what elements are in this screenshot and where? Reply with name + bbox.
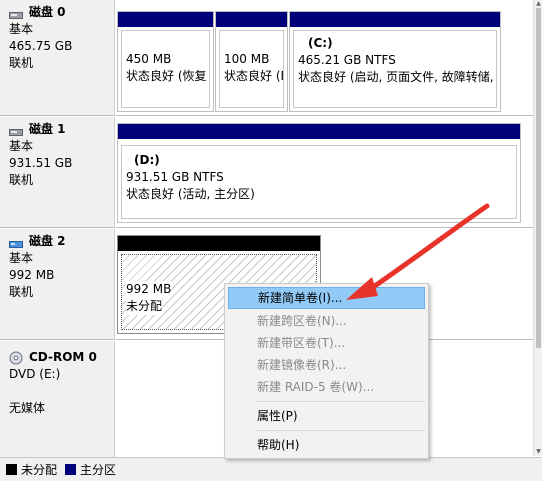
- partition-status: 未分配: [126, 298, 163, 315]
- partition-efi[interactable]: 100 MB 状态良好 (E: [215, 11, 288, 112]
- disk-status: 无媒体: [9, 401, 46, 415]
- menu-item-new-spanned-volume[interactable]: 新建跨区卷(N)...: [228, 310, 425, 332]
- disk-info-2[interactable]: 磁盘 2 基本 992 MB 联机: [0, 229, 115, 340]
- legend-swatch-primary: [65, 464, 77, 475]
- partition-d[interactable]: (D:) 931.51 GB NTFS 状态良好 (活动, 主分区): [117, 123, 521, 223]
- partition-size: 465.21 GB NTFS: [298, 53, 396, 67]
- disk-area-1: (D:) 931.51 GB NTFS 状态良好 (活动, 主分区): [116, 117, 533, 228]
- partition-size: 992 MB: [126, 281, 172, 298]
- menu-separator: [255, 401, 425, 402]
- disk-info-1[interactable]: 磁盘 1 基本 931.51 GB 联机: [0, 117, 115, 228]
- partition-size: 450 MB: [126, 52, 172, 66]
- disk-type: 基本: [9, 22, 34, 36]
- partition-recovery[interactable]: 450 MB 状态良好 (恢复: [117, 11, 214, 112]
- partition-name: (C:): [308, 36, 333, 50]
- legend-swatch-unallocated: [6, 464, 17, 475]
- disk-row-0: 磁盘 0 基本 465.75 GB 联机 450 MB 状态良好 (恢复 100…: [0, 0, 533, 116]
- menu-item-properties[interactable]: 属性(P): [228, 405, 425, 427]
- partition-status: 状态良好 (E: [224, 69, 284, 83]
- partition-c[interactable]: (C:) 465.21 GB NTFS 状态良好 (启动, 页面文件, 故障转储…: [289, 11, 501, 112]
- menu-separator: [255, 430, 425, 431]
- removable-disk-icon: [9, 237, 23, 248]
- scrollbar-thumb[interactable]: [536, 8, 541, 348]
- disk-icon: [9, 8, 23, 19]
- vertical-scrollbar[interactable]: ▲ ▼: [533, 0, 542, 456]
- menu-item-new-simple-volume[interactable]: 新建简单卷(I)...: [228, 287, 425, 309]
- partition-status: 状态良好 (恢复: [126, 69, 207, 83]
- disk-size: 465.75 GB: [9, 39, 73, 53]
- menu-item-new-mirrored-volume[interactable]: 新建镜像卷(R)...: [228, 354, 425, 376]
- scroll-down-icon[interactable]: ▼: [534, 448, 542, 456]
- disk-info-cdrom[interactable]: CD-ROM 0 DVD (E:) 无媒体: [0, 341, 115, 457]
- scroll-up-icon[interactable]: ▲: [534, 0, 542, 8]
- disk-size: 992 MB: [9, 268, 55, 282]
- partition-status: 状态良好 (活动, 主分区): [126, 187, 255, 201]
- menu-item-new-raid5-volume[interactable]: 新建 RAID-5 卷(W)...: [228, 376, 425, 398]
- partition-bar: [118, 124, 520, 139]
- legend-primary: 主分区: [65, 461, 116, 478]
- disk-area-0: 450 MB 状态良好 (恢复 100 MB 状态良好 (E (C:) 465.…: [116, 0, 533, 116]
- legend-unallocated: 未分配: [6, 461, 57, 478]
- partition-size: 931.51 GB NTFS: [126, 170, 224, 184]
- partition-bar: [118, 12, 213, 27]
- menu-item-new-striped-volume[interactable]: 新建带区卷(T)...: [228, 332, 425, 354]
- disk-type: 基本: [9, 251, 34, 265]
- disk-status: 联机: [9, 285, 34, 299]
- disk-status: 联机: [9, 56, 34, 70]
- partition-status: 状态良好 (启动, 页面文件, 故障转储,: [298, 70, 494, 84]
- disk-status: 联机: [9, 173, 34, 187]
- disk-title: CD-ROM 0: [9, 349, 114, 366]
- partition-body: (C:) 465.21 GB NTFS 状态良好 (启动, 页面文件, 故障转储…: [293, 30, 497, 108]
- cd-rom-icon: [9, 351, 23, 365]
- partition-size: 100 MB: [224, 52, 270, 66]
- disk-title: 磁盘 1: [9, 121, 114, 138]
- partition-bar: [118, 236, 320, 251]
- partition-body: (D:) 931.51 GB NTFS 状态良好 (活动, 主分区): [121, 145, 517, 219]
- disk-title: 磁盘 2: [9, 233, 114, 250]
- menu-item-help[interactable]: 帮助(H): [228, 434, 425, 456]
- partition-bar: [216, 12, 287, 27]
- partition-body: 450 MB 状态良好 (恢复: [121, 30, 210, 108]
- legend-bar: 未分配 主分区: [0, 457, 542, 481]
- partition-bar: [290, 12, 500, 27]
- partition-body: 100 MB 状态良好 (E: [219, 30, 284, 108]
- disk-type: 基本: [9, 139, 34, 153]
- disk-row-1: 磁盘 1 基本 931.51 GB 联机 (D:) 931.51 GB NTFS…: [0, 117, 533, 228]
- disk-size: 931.51 GB: [9, 156, 73, 170]
- disk-info-0[interactable]: 磁盘 0 基本 465.75 GB 联机: [0, 0, 115, 116]
- partition-name: (D:): [134, 153, 160, 167]
- context-menu: 新建简单卷(I)... 新建跨区卷(N)... 新建带区卷(T)... 新建镜像…: [224, 283, 429, 459]
- disk-icon: [9, 125, 23, 136]
- disk-title: 磁盘 0: [9, 4, 114, 21]
- disk-type: DVD (E:): [9, 367, 61, 381]
